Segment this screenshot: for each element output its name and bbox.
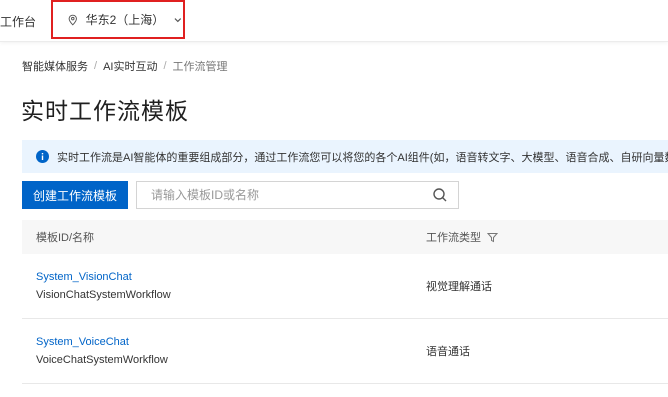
table-row: System_VisionChat VisionChatSystemWorkfl… (22, 254, 668, 319)
column-header-id-name: 模板ID/名称 (36, 232, 95, 244)
breadcrumb: 智能媒体服务 / AI实时互动 / 工作流管理 (22, 58, 228, 74)
id-name-cell: System_VisionChat VisionChatSystemWorkfl… (22, 271, 410, 301)
breadcrumb-item-media-service[interactable]: 智能媒体服务 (22, 58, 88, 74)
breadcrumb-separator: / (163, 60, 167, 72)
region-selector[interactable]: 华东2（上海） (51, 0, 185, 39)
template-id-link[interactable]: System_VoiceChat (36, 336, 410, 348)
filter-icon[interactable] (487, 232, 498, 243)
table-header: 模板ID/名称 工作流类型 (22, 220, 668, 254)
notice-text: 实时工作流是AI智能体的重要组成部分，通过工作流您可以将您的各个AI组件(如，语… (57, 151, 668, 164)
column-header-workflow-type-label: 工作流类型 (426, 232, 481, 244)
top-bar: 工作台 华东2（上海） (0, 0, 668, 42)
table-row: System_VoiceChat VoiceChatSystemWorkflow… (22, 319, 668, 384)
id-name-cell: System_VoiceChat VoiceChatSystemWorkflow (22, 336, 410, 366)
workbench-link[interactable]: 工作台 (0, 13, 36, 30)
breadcrumb-item-ai-realtime[interactable]: AI实时互动 (103, 58, 157, 74)
template-name: VoiceChatSystemWorkflow (36, 354, 168, 366)
breadcrumb-separator: / (94, 60, 98, 72)
search-box (136, 181, 459, 209)
workflow-type-cell: 视觉理解通话 (426, 281, 492, 293)
info-icon (36, 150, 49, 163)
workflow-type-cell: 语音通话 (426, 346, 470, 358)
template-id-link[interactable]: System_VisionChat (36, 271, 410, 283)
breadcrumb-item-workflow-management: 工作流管理 (172, 61, 228, 73)
chevron-down-icon (174, 17, 182, 22)
template-name: VisionChatSystemWorkflow (36, 289, 171, 301)
info-notice: 实时工作流是AI智能体的重要组成部分，通过工作流您可以将您的各个AI组件(如，语… (22, 140, 668, 173)
location-pin-icon (68, 14, 77, 25)
region-label: 华东2（上海） (85, 13, 165, 27)
column-header-workflow-type: 工作流类型 (410, 229, 498, 245)
workflow-table: 模板ID/名称 工作流类型 System_VisionChat VisionCh… (22, 220, 668, 384)
create-workflow-template-button[interactable]: 创建工作流模板 (22, 181, 128, 209)
search-input[interactable] (137, 182, 432, 208)
page-title: 实时工作流模板 (21, 98, 189, 124)
search-icon[interactable] (432, 187, 448, 203)
